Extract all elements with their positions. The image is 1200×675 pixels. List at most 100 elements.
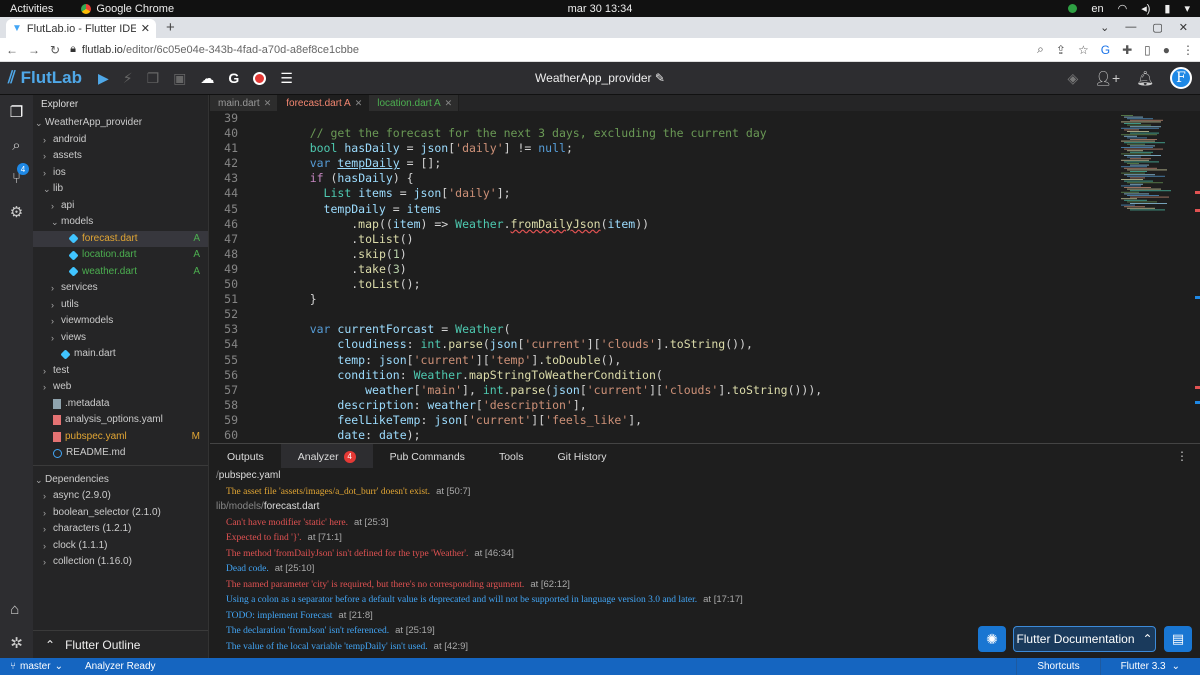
- file-item[interactable]: main.dart: [33, 346, 208, 363]
- hamburger-menu-icon[interactable]: ☰: [280, 70, 293, 87]
- settings-gear-icon[interactable]: ⚙: [10, 203, 23, 221]
- close-icon[interactable]: ✕: [264, 98, 272, 109]
- files-icon[interactable]: ❐: [10, 103, 23, 121]
- problem-item[interactable]: The method 'fromDailyJson' isn't defined…: [210, 546, 1200, 562]
- problem-item[interactable]: Expected to find '}'. at [71:1]: [210, 530, 1200, 546]
- copy-icon[interactable]: ❐: [147, 70, 160, 87]
- folder-item[interactable]: › api: [33, 198, 208, 215]
- panel-tab[interactable]: Git History: [540, 444, 623, 469]
- problem-item[interactable]: Dead code. at [25:10]: [210, 561, 1200, 577]
- edit-pencil-icon[interactable]: ✎: [655, 71, 665, 85]
- bank-icon[interactable]: ⌂: [10, 601, 23, 618]
- close-icon[interactable]: ✕: [355, 98, 363, 109]
- zoom-icon[interactable]: ⌕: [1037, 42, 1044, 57]
- cloud-download-icon[interactable]: ☁: [200, 70, 214, 87]
- dependency-item[interactable]: › collection (1.16.0): [33, 554, 208, 571]
- dependency-item[interactable]: › clock (1.1.1): [33, 538, 208, 555]
- translate-icon[interactable]: G: [1101, 43, 1110, 57]
- dependency-item[interactable]: › characters (1.2.1): [33, 521, 208, 538]
- layers-icon[interactable]: ◈: [1067, 70, 1078, 87]
- file-item[interactable]: analysis_options.yaml: [33, 412, 208, 429]
- flutter-outline-toggle[interactable]: ⌃ Flutter Outline: [33, 630, 208, 658]
- activities-button[interactable]: Activities: [10, 3, 53, 15]
- address-bar[interactable]: 🔒︎ flutlab.io/editor/6c05e04e-343b-4fad-…: [70, 43, 1027, 56]
- hot-reload-icon[interactable]: ⚡: [123, 70, 133, 87]
- problem-file-header[interactable]: lib/models/forecast.dart: [210, 499, 1200, 515]
- chat-button[interactable]: ▤: [1164, 626, 1192, 652]
- reload-icon[interactable]: ↻: [50, 43, 60, 57]
- record-icon[interactable]: [253, 71, 267, 85]
- close-tab-icon[interactable]: ✕: [141, 22, 150, 35]
- forward-icon[interactable]: →: [28, 43, 40, 57]
- bug-icon[interactable]: ✲: [10, 634, 23, 652]
- tab-search-icon[interactable]: ⌄: [1100, 21, 1109, 34]
- close-window-icon[interactable]: ✕: [1179, 21, 1188, 34]
- source-control-icon[interactable]: ⑂ 4: [12, 163, 29, 187]
- file-item[interactable]: .metadata: [33, 396, 208, 413]
- folder-item[interactable]: › utils: [33, 297, 208, 314]
- panel-tab[interactable]: Tools: [482, 444, 541, 469]
- folder-item[interactable]: › services: [33, 280, 208, 297]
- flutter-version-selector[interactable]: Flutter 3.3 ⌄: [1099, 658, 1200, 675]
- new-tab-icon[interactable]: +: [166, 19, 175, 36]
- ai-assistant-button[interactable]: ✺: [978, 626, 1006, 652]
- folder-item[interactable]: › ios: [33, 165, 208, 182]
- problem-item[interactable]: The asset file 'assets/images/a_dot_burr…: [210, 484, 1200, 500]
- file-item[interactable]: weather.dart A: [33, 264, 208, 281]
- add-user-icon[interactable]: 👤︎+: [1094, 70, 1120, 87]
- folder-item[interactable]: ⌄ lib: [33, 181, 208, 198]
- panel-more-icon[interactable]: ⋮: [1176, 449, 1200, 463]
- run-icon[interactable]: ▶: [98, 70, 109, 87]
- language-indicator[interactable]: en: [1091, 3, 1103, 15]
- bookmark-star-icon[interactable]: ☆: [1078, 43, 1089, 57]
- flutter-documentation-button[interactable]: Flutter Documentation ⌃: [1013, 626, 1156, 652]
- dependency-item[interactable]: › async (2.9.0): [33, 488, 208, 505]
- app-menu[interactable]: Google Chrome: [81, 3, 174, 15]
- notifications-bell-icon[interactable]: 🔔︎: [1136, 70, 1154, 87]
- extensions-icon[interactable]: ✚: [1122, 43, 1132, 57]
- flutlab-logo[interactable]: ⫽ FlutLab: [8, 68, 82, 88]
- profile-avatar-icon[interactable]: ●: [1163, 43, 1170, 57]
- sidepanel-icon[interactable]: ▯: [1144, 43, 1151, 57]
- minimize-icon[interactable]: —: [1125, 21, 1136, 34]
- share-icon[interactable]: ⇪: [1056, 43, 1066, 57]
- folder-item[interactable]: ⌄ WeatherApp_provider: [33, 115, 208, 132]
- folder-item[interactable]: › viewmodels: [33, 313, 208, 330]
- file-item[interactable]: README.md: [33, 445, 208, 462]
- back-icon[interactable]: ←: [6, 43, 18, 57]
- file-item[interactable]: forecast.dart A: [33, 230, 208, 247]
- editor-tab[interactable]: forecast.dart A ✕: [278, 95, 370, 111]
- editor-tab[interactable]: main.dart ✕: [210, 95, 279, 111]
- dependencies-header[interactable]: ⌄ Dependencies: [33, 472, 208, 489]
- panel-tab[interactable]: Pub Commands: [373, 444, 482, 469]
- editor-tab[interactable]: location.dart A ✕: [369, 95, 460, 111]
- user-avatar[interactable]: F: [1170, 67, 1192, 89]
- code-editor[interactable]: 39 40 // get the forecast for the next 3 …: [210, 111, 1115, 442]
- maximize-icon[interactable]: ▢: [1152, 21, 1162, 34]
- folder-item[interactable]: › views: [33, 330, 208, 347]
- search-icon[interactable]: ⌕: [12, 137, 20, 154]
- folder-item[interactable]: › android: [33, 132, 208, 149]
- problem-item[interactable]: Using a colon as a separator before a de…: [210, 592, 1200, 608]
- folder-item[interactable]: › assets: [33, 148, 208, 165]
- problem-item[interactable]: TODO: implement Forecast at [21:8]: [210, 608, 1200, 624]
- browser-tab[interactable]: ▼ FlutLab.io - Flutter IDE on ✕: [6, 19, 156, 38]
- chrome-menu-icon[interactable]: ⋮: [1182, 43, 1194, 57]
- dependency-item[interactable]: › boolean_selector (2.1.0): [33, 505, 208, 522]
- close-icon[interactable]: ✕: [445, 98, 453, 109]
- problem-file-header[interactable]: /pubspec.yaml: [210, 468, 1200, 484]
- folder-item[interactable]: › test: [33, 363, 208, 380]
- panel-tab[interactable]: Analyzer 4: [280, 444, 373, 469]
- system-menu-icon[interactable]: ▾: [1184, 2, 1190, 15]
- minimap[interactable]: [1115, 111, 1200, 442]
- shortcuts-button[interactable]: Shortcuts: [1016, 658, 1099, 675]
- folder-item[interactable]: › web: [33, 379, 208, 396]
- branch-indicator[interactable]: ⑂ master ⌄: [10, 661, 63, 672]
- file-item[interactable]: location.dart A: [33, 247, 208, 264]
- folder-item[interactable]: ⌄ models: [33, 214, 208, 231]
- panel-tab[interactable]: Outputs: [210, 444, 281, 469]
- problem-item[interactable]: Can't have modifier 'static' here. at [25…: [210, 515, 1200, 531]
- save-icon[interactable]: ▣: [173, 70, 186, 87]
- file-item[interactable]: pubspec.yaml M: [33, 429, 208, 446]
- google-icon[interactable]: G: [228, 70, 239, 86]
